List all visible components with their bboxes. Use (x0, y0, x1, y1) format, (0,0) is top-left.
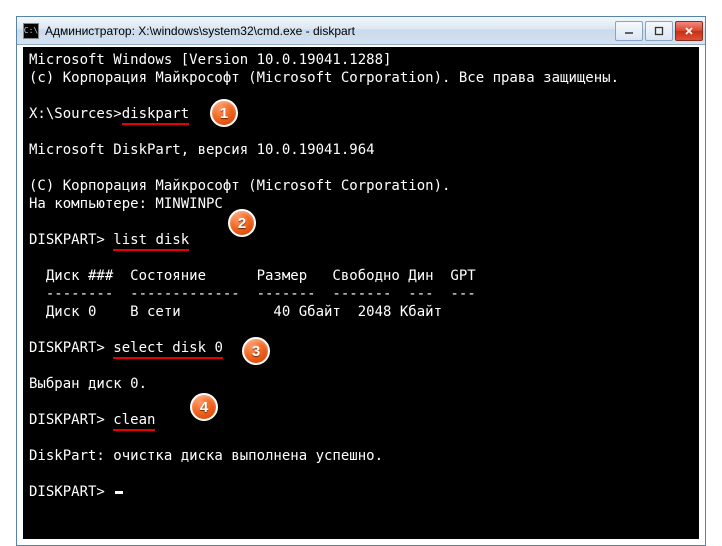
text: На компьютере: MINWINPC (29, 196, 223, 212)
annotation-badge-4: 4 (190, 393, 218, 421)
command-list-disk: list disk (113, 232, 189, 251)
annotation-badge-1: 1 (210, 99, 238, 127)
cmd-icon: C:\ (23, 23, 39, 39)
prompt: DISKPART> (29, 484, 113, 500)
table-divider: -------- ------------- ------- ------- -… (29, 286, 476, 302)
close-button[interactable] (675, 21, 703, 41)
text: (C) Корпорация Майкрософт (Microsoft Cor… (29, 178, 450, 194)
annotation-badge-3: 3 (242, 337, 270, 365)
text: Microsoft Windows [Version 10.0.19041.12… (29, 52, 391, 68)
text: (c) Корпорация Майкрософт (Microsoft Cor… (29, 70, 619, 86)
prompt: X:\Sources> (29, 106, 122, 122)
cmd-window: C:\ Администратор: X:\windows\system32\c… (16, 16, 706, 546)
console-output[interactable]: Microsoft Windows [Version 10.0.19041.12… (23, 47, 699, 539)
text: Выбран диск 0. (29, 376, 147, 392)
command-diskpart: diskpart (122, 106, 189, 125)
text: Microsoft DiskPart, версия 10.0.19041.96… (29, 142, 375, 158)
table-row: Диск 0 В сети 40 Gбайт 2048 Кбайт (29, 304, 442, 320)
prompt: DISKPART> (29, 232, 113, 248)
window-controls (613, 21, 703, 41)
prompt: DISKPART> (29, 340, 113, 356)
titlebar[interactable]: C:\ Администратор: X:\windows\system32\c… (17, 17, 705, 45)
minimize-button[interactable] (615, 21, 643, 41)
text: DiskPart: очистка диска выполнена успешн… (29, 448, 383, 464)
prompt: DISKPART> (29, 412, 113, 428)
maximize-button[interactable] (645, 21, 673, 41)
cursor-icon (115, 491, 123, 494)
command-clean: clean (113, 412, 155, 431)
window-title: Администратор: X:\windows\system32\cmd.e… (45, 24, 613, 38)
command-select-disk: select disk 0 (113, 340, 223, 359)
annotation-badge-2: 2 (228, 209, 256, 237)
table-header: Диск ### Состояние Размер Свободно Дин G… (29, 268, 476, 284)
